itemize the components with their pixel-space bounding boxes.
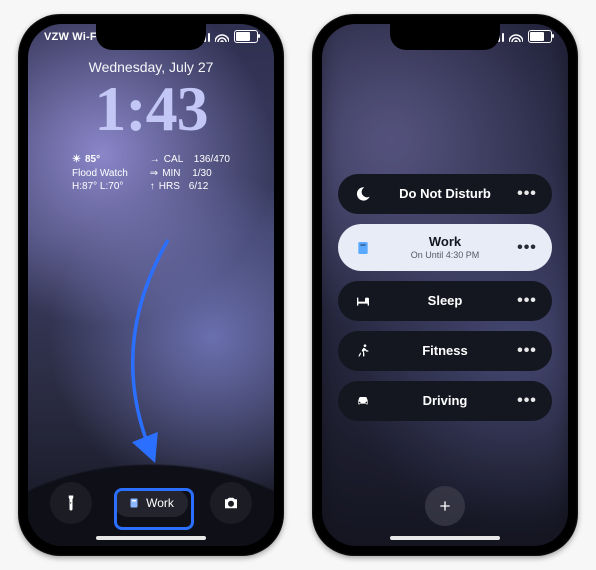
camera-button[interactable] — [210, 482, 252, 524]
home-indicator[interactable] — [96, 536, 206, 540]
weather-widget[interactable]: ☀︎ 85° Flood Watch H:87° L:70° — [72, 153, 128, 194]
focus-item-subtitle: On Until 4:30 PM — [411, 250, 480, 260]
lock-time: 1:43 — [94, 77, 207, 141]
weather-hilo: H:87° L:70° — [72, 180, 128, 194]
flashlight-button[interactable] — [50, 482, 92, 524]
focus-item-more[interactable]: ••• — [516, 292, 538, 310]
weather-alert: Flood Watch — [72, 167, 128, 181]
focus-item-dnd[interactable]: Do Not Disturb ••• — [338, 174, 552, 214]
car-icon — [352, 393, 374, 409]
plus-icon — [437, 498, 453, 514]
focus-item-more[interactable]: ••• — [516, 185, 538, 203]
phone-left: VZW Wi-Fi Wednesday, July 27 1:43 ☀︎ — [18, 14, 284, 556]
focus-item-fitness[interactable]: Fitness ••• — [338, 331, 552, 371]
lock-screen: VZW Wi-Fi Wednesday, July 27 1:43 ☀︎ — [28, 24, 274, 546]
focus-item-title: Fitness — [422, 344, 468, 359]
focus-item-sleep[interactable]: Sleep ••• — [338, 281, 552, 321]
focus-item-title: Do Not Disturb — [399, 187, 491, 202]
focus-item-title: Work — [429, 235, 461, 250]
wifi-icon — [509, 32, 523, 42]
focus-item-driving[interactable]: Driving ••• — [338, 381, 552, 421]
bed-icon — [352, 293, 374, 309]
weather-temp: 85° — [85, 153, 100, 167]
notch — [390, 24, 500, 50]
activity-row: ↑HRS6/12 — [150, 180, 230, 194]
carrier-label: VZW Wi-Fi — [44, 31, 100, 43]
add-focus-button[interactable] — [425, 486, 465, 526]
lock-widgets[interactable]: ☀︎ 85° Flood Watch H:87° L:70° →CAL136/4… — [72, 153, 230, 194]
run-icon — [352, 343, 374, 359]
wifi-icon — [215, 32, 229, 42]
phone-right: Do Not Disturb ••• WorkOn Until 4:30 PM •••… — [312, 14, 578, 556]
focus-item-title: Sleep — [428, 294, 463, 309]
activity-widget[interactable]: →CAL136/470⇒MIN1/30↑HRS6/12 — [150, 153, 230, 194]
focus-pill-label: Work — [146, 496, 174, 510]
badge-icon — [128, 497, 140, 509]
focus-item-more[interactable]: ••• — [516, 342, 538, 360]
focus-pill[interactable]: Work — [114, 489, 188, 517]
lock-date: Wednesday, July 27 — [89, 59, 214, 75]
activity-row: →CAL136/470 — [150, 153, 230, 167]
battery-icon — [528, 30, 552, 43]
focus-item-work[interactable]: WorkOn Until 4:30 PM ••• — [338, 224, 552, 271]
moon-icon — [352, 186, 374, 202]
notch — [96, 24, 206, 50]
activity-row: ⇒MIN1/30 — [150, 167, 230, 181]
badge-icon — [352, 240, 374, 256]
camera-icon — [222, 494, 240, 512]
flashlight-icon — [62, 494, 80, 512]
weather-icon: ☀︎ — [72, 153, 81, 167]
focus-item-more[interactable]: ••• — [516, 239, 538, 257]
focus-item-title: Driving — [423, 394, 468, 409]
battery-icon — [234, 30, 258, 43]
focus-mode-list: Do Not Disturb ••• WorkOn Until 4:30 PM •••… — [338, 174, 552, 421]
focus-picker-screen: Do Not Disturb ••• WorkOn Until 4:30 PM •••… — [322, 24, 568, 546]
home-indicator[interactable] — [390, 536, 500, 540]
focus-item-more[interactable]: ••• — [516, 392, 538, 410]
